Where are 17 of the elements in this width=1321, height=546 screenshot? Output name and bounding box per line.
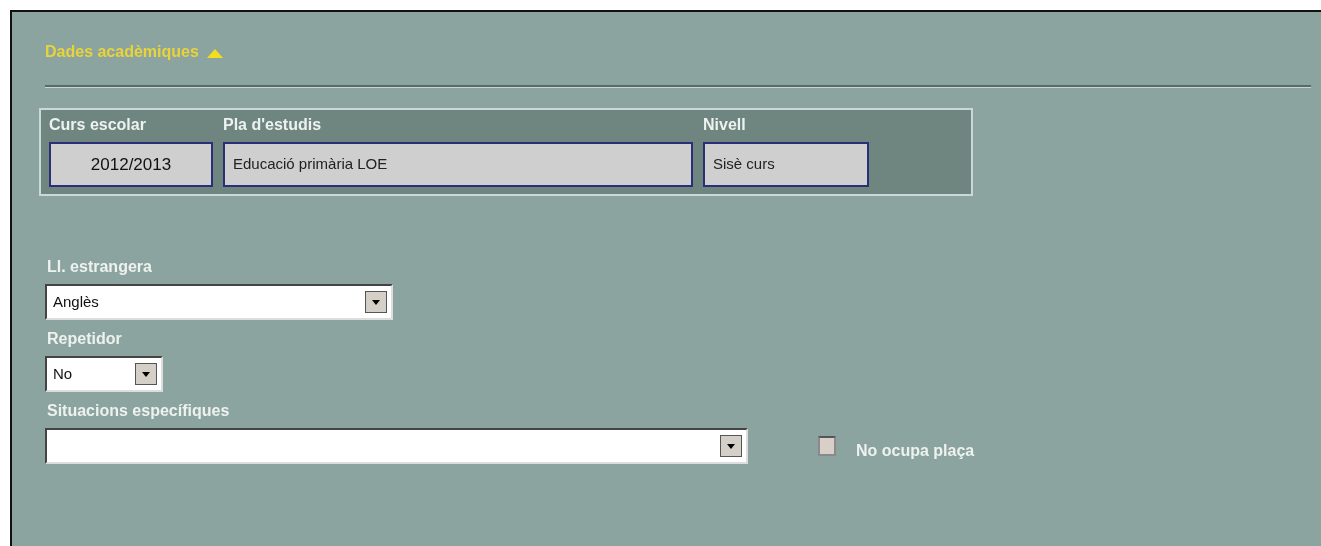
field-label: Pla d'estudis bbox=[223, 115, 323, 135]
field-label: Situacions específiques bbox=[47, 401, 231, 421]
field-label: Repetidor bbox=[47, 329, 123, 349]
readonly-field: Sisè curs bbox=[703, 142, 869, 187]
dropdown-select[interactable] bbox=[45, 428, 748, 464]
dropdown-select[interactable]: No bbox=[45, 356, 163, 392]
readonly-field: 2012/2013 bbox=[49, 142, 213, 187]
field-label: Ll. estrangera bbox=[47, 257, 153, 277]
field-label: Curs escolar bbox=[49, 115, 147, 135]
dropdown-arrow-icon bbox=[142, 371, 150, 377]
checkbox[interactable] bbox=[818, 436, 836, 456]
dropdown-arrow-icon bbox=[727, 443, 735, 449]
checkbox-label: No ocupa plaça bbox=[856, 441, 975, 461]
dropdown-select[interactable]: Anglès bbox=[45, 284, 393, 320]
field-label: Nivell bbox=[703, 115, 747, 135]
readonly-field: Educació primària LOE bbox=[223, 142, 693, 187]
dropdown-arrow-icon bbox=[372, 299, 380, 305]
